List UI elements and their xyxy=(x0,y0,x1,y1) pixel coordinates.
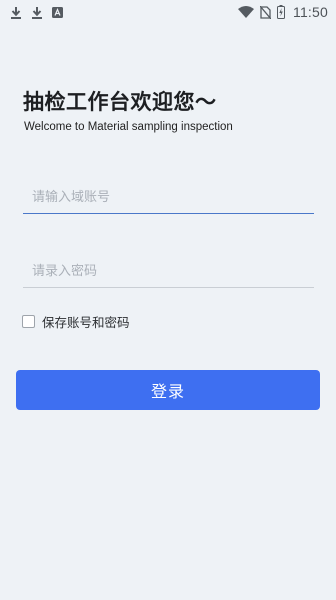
notification-icons xyxy=(10,6,63,19)
page-subtitle: Welcome to Material sampling inspection xyxy=(24,121,233,133)
remember-checkbox[interactable] xyxy=(22,315,35,328)
password-field xyxy=(23,256,314,288)
app-notification-icon xyxy=(52,6,63,18)
download-icon xyxy=(10,6,22,19)
account-field xyxy=(23,182,314,214)
download-icon xyxy=(31,6,43,19)
remember-label: 保存账号和密码 xyxy=(42,315,130,330)
system-icons: 11:50 xyxy=(238,4,328,20)
battery-icon xyxy=(277,5,285,19)
clock: 11:50 xyxy=(293,4,328,20)
remember-credentials-row[interactable]: 保存账号和密码 xyxy=(22,312,130,331)
password-input[interactable] xyxy=(23,256,314,287)
page-title: 抽检工作台欢迎您～ xyxy=(23,90,217,114)
status-bar: 11:50 xyxy=(0,0,336,24)
login-button[interactable]: 登录 xyxy=(16,370,320,410)
wifi-icon xyxy=(238,6,254,18)
account-input[interactable] xyxy=(23,182,314,213)
no-sim-icon xyxy=(260,5,271,19)
login-button-label: 登录 xyxy=(150,384,185,401)
login-screen: 11:50 抽检工作台欢迎您～ Welcome to Material samp… xyxy=(0,0,336,600)
